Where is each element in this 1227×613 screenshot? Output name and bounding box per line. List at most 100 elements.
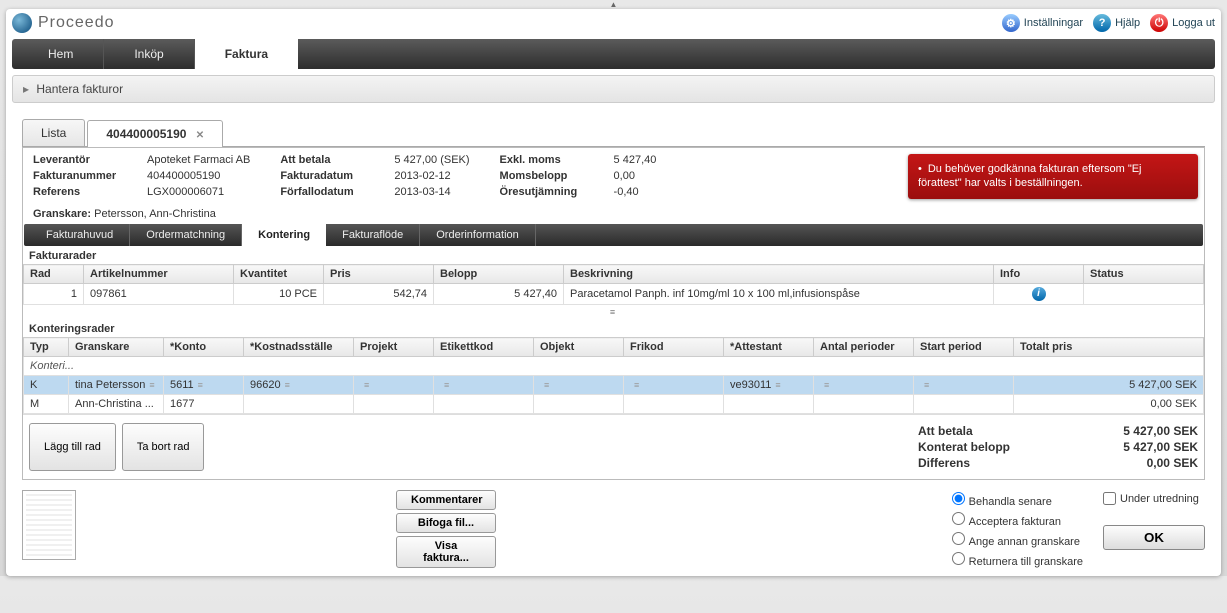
cell-etikett[interactable]: ≡ xyxy=(434,376,534,395)
nav-invoice[interactable]: Faktura xyxy=(195,39,298,69)
col-antal-perioder[interactable]: Antal perioder xyxy=(814,338,914,357)
comments-button[interactable]: Kommentarer xyxy=(396,490,496,510)
col-status[interactable]: Status xyxy=(1084,265,1204,284)
cell-amount: 5 427,40 xyxy=(434,284,564,305)
reviewer-line: Granskare: Petersson, Ann-Christina xyxy=(23,204,1204,224)
radio-return[interactable]: Returnera till granskare xyxy=(952,550,1083,570)
ref-value: LGX000006071 xyxy=(147,186,250,198)
cell-start[interactable]: ≡ xyxy=(914,376,1014,395)
tab-fakturahuvud[interactable]: Fakturahuvud xyxy=(30,224,130,246)
col-frikod[interactable]: Frikod xyxy=(624,338,724,357)
ok-button[interactable]: OK xyxy=(1103,525,1205,550)
cell-konto[interactable]: 5611≡ xyxy=(164,376,244,395)
under-investigation-checkbox[interactable]: Under utredning xyxy=(1103,490,1205,507)
exvat-label: Exkl. moms xyxy=(500,154,610,166)
date-value: 2013-02-12 xyxy=(394,170,469,182)
col-totalt-pris[interactable]: Totalt pris xyxy=(1014,338,1204,357)
info-icon: i xyxy=(1032,287,1046,301)
invoice-thumbnail[interactable] xyxy=(22,490,76,560)
breadcrumb[interactable]: ▸ Hantera fakturor xyxy=(12,75,1215,103)
cell-granskare[interactable]: Ann-Christina ... xyxy=(69,395,164,414)
add-row-button[interactable]: Lägg till rad xyxy=(29,423,116,471)
vat-value: 0,00 xyxy=(614,170,657,182)
accounting-lines-table: Typ Granskare *Konto *Kostnadsställe Pro… xyxy=(23,337,1204,414)
col-pris[interactable]: Pris xyxy=(324,265,434,284)
edit-icon: ≡ xyxy=(285,380,288,390)
subtab-invoice[interactable]: 404400005190 ✕ xyxy=(87,120,223,147)
edit-icon: ≡ xyxy=(364,380,367,390)
cell-frikod[interactable]: ≡ xyxy=(624,376,724,395)
cell-perioder[interactable]: ≡ xyxy=(814,376,914,395)
brand-name: Proceedo xyxy=(38,14,115,32)
accounting-row[interactable]: M Ann-Christina ... 1677 0,00 SEK xyxy=(24,395,1204,414)
col-artikelnummer[interactable]: Artikelnummer xyxy=(84,265,234,284)
col-konto[interactable]: *Konto xyxy=(164,338,244,357)
under-investigation-input[interactable] xyxy=(1103,492,1116,505)
col-belopp[interactable]: Belopp xyxy=(434,265,564,284)
cell-konto[interactable]: 1677 xyxy=(164,395,244,414)
header: Proceedo ⚙ Inställningar ? Hjälp ⏻ Logga… xyxy=(6,9,1221,39)
radio-other[interactable]: Ange annan granskare xyxy=(952,530,1083,550)
cell-granskare[interactable]: tina Petersson≡ xyxy=(69,376,164,395)
cell-objekt[interactable]: ≡ xyxy=(534,376,624,395)
cell-typ: K xyxy=(24,376,69,395)
subtabs: Lista 404400005190 ✕ xyxy=(22,119,1205,147)
radio-other-input[interactable] xyxy=(952,532,965,545)
subtab-list[interactable]: Lista xyxy=(22,119,85,146)
col-beskrivning[interactable]: Beskrivning xyxy=(564,265,994,284)
show-invoice-button[interactable]: Visa faktura... xyxy=(396,536,496,568)
cell-projekt[interactable]: ≡ xyxy=(354,376,434,395)
logout-link[interactable]: ⏻ Logga ut xyxy=(1150,14,1215,32)
subtab-invoice-label: 404400005190 xyxy=(106,127,186,141)
help-link[interactable]: ? Hjälp xyxy=(1093,14,1140,32)
cell-info[interactable]: i xyxy=(994,284,1084,305)
nav-home[interactable]: Hem xyxy=(18,39,104,69)
col-typ[interactable]: Typ xyxy=(24,338,69,357)
nav-purchase[interactable]: Inköp xyxy=(104,39,194,69)
breadcrumb-label: Hantera fakturor xyxy=(36,82,123,96)
due-label: Förfallodatum xyxy=(280,186,390,198)
edit-icon: ≡ xyxy=(544,380,547,390)
accounting-row-selected[interactable]: K tina Petersson≡ 5611≡ 96620≡ ≡ ≡ ≡ ≡ v… xyxy=(24,376,1204,395)
tab-ordermatchning[interactable]: Ordermatchning xyxy=(130,224,242,246)
remove-row-button[interactable]: Ta bort rad xyxy=(122,423,205,471)
col-objekt[interactable]: Objekt xyxy=(534,338,624,357)
cell-price: 542,74 xyxy=(324,284,434,305)
col-rad[interactable]: Rad xyxy=(24,265,84,284)
col-start-period[interactable]: Start period xyxy=(914,338,1014,357)
col-granskare[interactable]: Granskare xyxy=(69,338,164,357)
tab-kontering[interactable]: Kontering xyxy=(242,224,326,246)
help-icon: ? xyxy=(1093,14,1111,32)
col-projekt[interactable]: Projekt xyxy=(354,338,434,357)
settings-link[interactable]: ⚙ Inställningar xyxy=(1002,14,1083,32)
tab-fakturaflode[interactable]: Fakturaflöde xyxy=(326,224,420,246)
section-konteringsrader: Konteringsrader xyxy=(23,319,1204,337)
col-kvantitet[interactable]: Kvantitet xyxy=(234,265,324,284)
reviewer-name: Petersson, Ann-Christina xyxy=(94,208,216,220)
radio-accept-input[interactable] xyxy=(952,512,965,525)
radio-return-input[interactable] xyxy=(952,552,965,565)
tab-orderinformation[interactable]: Orderinformation xyxy=(420,224,536,246)
invnum-label: Fakturanummer xyxy=(33,170,143,182)
cell-rad: 1 xyxy=(24,284,84,305)
radio-later-input[interactable] xyxy=(952,492,965,505)
col-etikettkod[interactable]: Etikettkod xyxy=(434,338,534,357)
radio-later[interactable]: Behandla senare xyxy=(952,490,1083,510)
cell-attestant[interactable]: ve93011≡ xyxy=(724,376,814,395)
col-info[interactable]: Info xyxy=(994,265,1084,284)
cell-kostnad[interactable]: 96620≡ xyxy=(244,376,354,395)
totals-block: Att betala5 427,00 SEK Konterat belopp5 … xyxy=(918,423,1198,471)
footer: Kommentarer Bifoga fil... Visa faktura..… xyxy=(6,480,1221,576)
cell-art: 097861 xyxy=(84,284,234,305)
close-icon[interactable]: ✕ xyxy=(196,130,204,141)
attach-file-button[interactable]: Bifoga fil... xyxy=(396,513,496,533)
col-kostnadsstalle[interactable]: *Kostnadsställe xyxy=(244,338,354,357)
page-collapse-handle[interactable]: ▲ xyxy=(0,0,1227,9)
resize-handle[interactable]: ≡ xyxy=(23,305,1204,319)
col-attestant[interactable]: *Attestant xyxy=(724,338,814,357)
radio-accept[interactable]: Acceptera fakturan xyxy=(952,510,1083,530)
table-row[interactable]: 1 097861 10 PCE 542,74 5 427,40 Paraceta… xyxy=(24,284,1204,305)
main-nav: Hem Inköp Faktura xyxy=(12,39,1215,69)
cell-qty: 10 PCE xyxy=(234,284,324,305)
pay-value: 5 427,00 (SEK) xyxy=(394,154,469,166)
